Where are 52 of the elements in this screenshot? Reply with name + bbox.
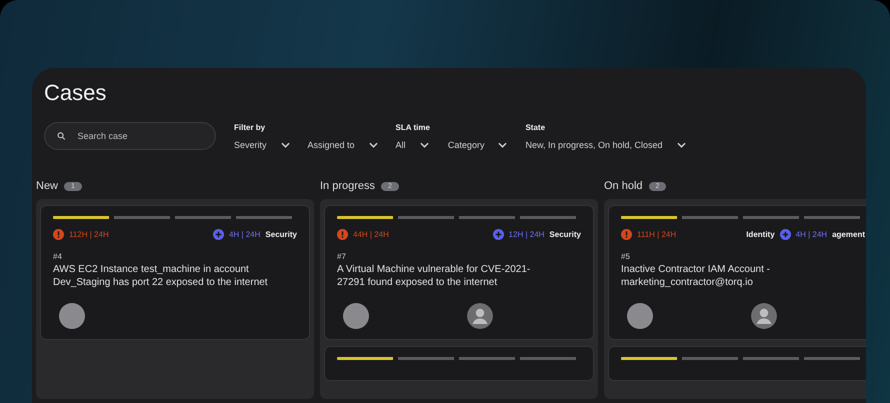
search-field[interactable]: Search case [44, 122, 216, 150]
search-icon [57, 131, 66, 141]
case-card[interactable] [608, 346, 866, 381]
plus-circle-icon [212, 229, 224, 240]
case-title: A Virtual Machine vulnerable for CVE-2021-27291 found exposed to the internet [337, 264, 532, 289]
search-input[interactable]: Search case [75, 130, 205, 142]
chevron-down-icon [280, 142, 290, 148]
plus-circle-icon [492, 229, 504, 240]
chevron-down-icon [676, 142, 686, 148]
alert-icon [337, 229, 348, 240]
user-silhouette-icon [751, 303, 777, 329]
overdue-time: 44H | 24H [353, 230, 389, 239]
plus-circle-icon [780, 229, 791, 240]
case-card[interactable] [324, 346, 594, 381]
case-card[interactable]: 44H | 24H 12H | 24H Security #7 A Virtual Machine vulnerable for CVE-2021-27291 found exposed to the internet [324, 205, 594, 340]
avatar [343, 303, 369, 329]
chevron-down-icon [420, 142, 429, 148]
filter-heading: SLA time [396, 123, 430, 132]
overdue-time: 111H | 24H [637, 230, 676, 239]
chevron-down-icon [368, 142, 378, 148]
case-title: Inactive Contractor IAM Account - marketing_contractor@torq.io [621, 264, 771, 289]
sla-time: 4H | 24H [228, 230, 260, 239]
category-label: Security [265, 230, 297, 239]
filter-dropdown[interactable]: Severity [234, 140, 290, 150]
filter-heading: State [525, 123, 546, 132]
chevron-down-icon [498, 142, 508, 148]
user-silhouette-icon [467, 303, 493, 329]
avatar [627, 303, 653, 329]
alert-icon [53, 229, 64, 240]
sla-time: 12H | 24H [508, 230, 544, 239]
case-title: AWS EC2 Instance test_machine in account Dev_Staging has port 22 exposed to the internet [53, 264, 268, 289]
case-id: #4 [53, 252, 63, 261]
overdue-time: 112H | 24H [69, 230, 109, 239]
page-title: Cases [44, 80, 108, 106]
category-label: agement [832, 230, 865, 239]
filter-dropdown[interactable]: New, In progress, On hold, Closed [525, 140, 686, 150]
filter-dropdown[interactable]: Category [448, 140, 508, 150]
filter-heading: Filter by [234, 123, 266, 132]
avatar [59, 303, 85, 329]
category-label: Security [549, 230, 581, 239]
filter-dropdown[interactable]: All [396, 140, 430, 150]
case-card[interactable]: 112H | 24H 4H | 24H Security #4 AWS EC2 Instance test_machine in account Dev_Staging has port 22 exposed to the internet [40, 205, 310, 340]
column-title: In progress [320, 180, 376, 192]
case-id: #5 [621, 252, 631, 261]
column-title: New [36, 180, 58, 192]
sla-time: 4H | 24H [796, 230, 828, 239]
category-label: Identity [746, 230, 775, 239]
column-title: On hold [604, 180, 643, 192]
case-card[interactable]: 111H | 24H Identity 4H | 24H agement #5 Inactive Contractor IAM Account - marketing_contractor@torq.io [608, 205, 866, 340]
case-id: #7 [337, 252, 347, 261]
filter-dropdown[interactable]: Assigned to [308, 140, 378, 150]
alert-icon [621, 229, 632, 240]
